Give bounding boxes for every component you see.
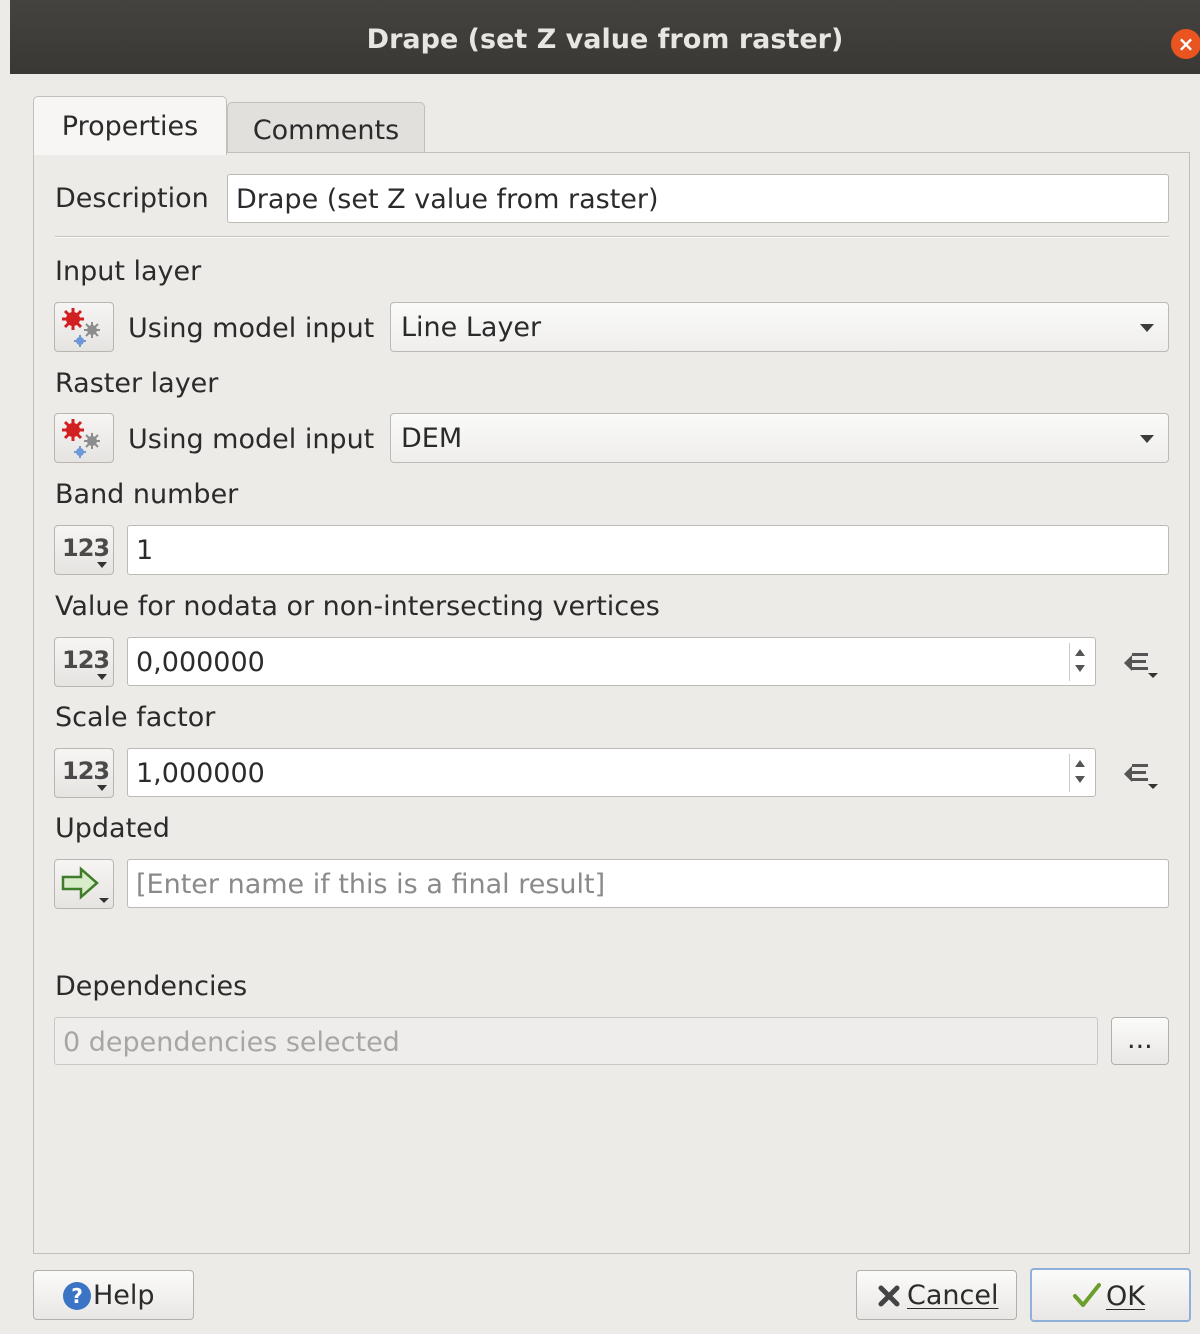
tab-properties[interactable]: Properties xyxy=(33,96,227,155)
nodata-source-button[interactable]: 123 xyxy=(54,637,114,687)
scale-factor-source-button[interactable]: 123 xyxy=(54,748,114,798)
raster-layer-value: DEM xyxy=(401,423,463,454)
caret-down-icon xyxy=(97,562,107,568)
expression-variables-button[interactable] xyxy=(1114,643,1158,683)
input-layer-label: Input layer xyxy=(55,256,202,287)
scale-factor-label: Scale factor xyxy=(55,702,216,733)
caret-down-icon xyxy=(97,785,107,791)
raster-layer-source-label: Using model input xyxy=(128,424,375,455)
description-label: Description xyxy=(55,183,209,214)
dependencies-label: Dependencies xyxy=(55,971,248,1002)
updated-placeholder: [Enter name if this is a final result] xyxy=(136,869,606,900)
svg-text:?: ? xyxy=(71,1284,83,1308)
description-input[interactable]: Drape (set Z value from raster) xyxy=(227,174,1169,223)
help-label: Help xyxy=(93,1280,155,1311)
spinbox-stepper[interactable] xyxy=(1069,754,1091,792)
divider xyxy=(55,236,1169,238)
model-input-icon xyxy=(62,308,100,347)
updated-output-input[interactable]: [Enter name if this is a final result] xyxy=(127,859,1169,908)
arrow-down-icon xyxy=(1075,665,1085,672)
title-bar: Drape (set Z value from raster) xyxy=(10,0,1200,74)
checkmark-icon xyxy=(1073,1283,1101,1307)
nodata-input[interactable]: 0,000000 xyxy=(127,637,1096,686)
data-defined-icon xyxy=(1124,764,1158,789)
cancel-icon xyxy=(878,1285,900,1307)
input-layer-source-button[interactable] xyxy=(54,302,114,352)
model-input-icon xyxy=(62,419,100,458)
help-button[interactable]: ? Help xyxy=(33,1270,194,1320)
updated-label: Updated xyxy=(55,813,170,844)
band-number-label: Band number xyxy=(55,479,239,510)
caret-down-icon xyxy=(97,674,107,680)
input-layer-source-label: Using model input xyxy=(128,313,375,344)
nodata-value: 0,000000 xyxy=(136,647,265,678)
scale-factor-value: 1,000000 xyxy=(136,758,265,789)
numeric-icon: 123 xyxy=(62,534,110,562)
description-value: Drape (set Z value from raster) xyxy=(236,184,659,215)
raster-layer-label: Raster layer xyxy=(55,368,219,399)
tab-comments[interactable]: Comments xyxy=(227,102,425,153)
band-number-input[interactable]: 1 xyxy=(127,525,1169,575)
dependencies-browse-label: ... xyxy=(1127,1024,1153,1055)
ok-label: OK xyxy=(1106,1281,1145,1312)
tab-comments-label: Comments xyxy=(252,115,400,146)
tab-properties-label: Properties xyxy=(61,111,199,142)
arrow-up-icon xyxy=(1075,760,1085,767)
arrow-down-icon xyxy=(1075,776,1085,783)
band-number-value: 1 xyxy=(136,535,154,566)
cancel-label: Cancel xyxy=(907,1280,999,1311)
output-source-button[interactable] xyxy=(54,859,114,909)
close-icon: × xyxy=(1177,32,1195,56)
raster-layer-source-button[interactable] xyxy=(54,413,114,463)
chevron-down-icon xyxy=(1140,324,1154,332)
band-number-source-button[interactable]: 123 xyxy=(54,525,114,575)
arrow-up-icon xyxy=(1075,649,1085,656)
numeric-icon: 123 xyxy=(62,646,110,674)
chevron-down-icon xyxy=(1140,435,1154,443)
numeric-icon: 123 xyxy=(62,757,110,785)
data-defined-icon xyxy=(1124,653,1158,678)
window-title: Drape (set Z value from raster) xyxy=(366,24,844,55)
nodata-label: Value for nodata or non-intersecting ver… xyxy=(55,591,660,622)
close-button[interactable]: × xyxy=(1171,29,1200,59)
dependencies-value: 0 dependencies selected xyxy=(63,1027,400,1058)
spinbox-stepper[interactable] xyxy=(1069,643,1091,681)
dependencies-browse-button[interactable]: ... xyxy=(1111,1017,1169,1065)
cancel-button[interactable]: Cancel xyxy=(856,1270,1017,1320)
help-icon: ? xyxy=(63,1282,91,1310)
input-layer-combo[interactable]: Line Layer xyxy=(390,302,1169,352)
input-layer-value: Line Layer xyxy=(401,312,542,343)
dependencies-field: 0 dependencies selected xyxy=(54,1017,1098,1065)
ok-button[interactable]: OK xyxy=(1030,1268,1191,1322)
arrow-right-icon xyxy=(61,866,109,903)
expression-variables-button[interactable] xyxy=(1114,754,1158,794)
raster-layer-combo[interactable]: DEM xyxy=(390,413,1169,463)
scale-factor-input[interactable]: 1,000000 xyxy=(127,748,1096,797)
